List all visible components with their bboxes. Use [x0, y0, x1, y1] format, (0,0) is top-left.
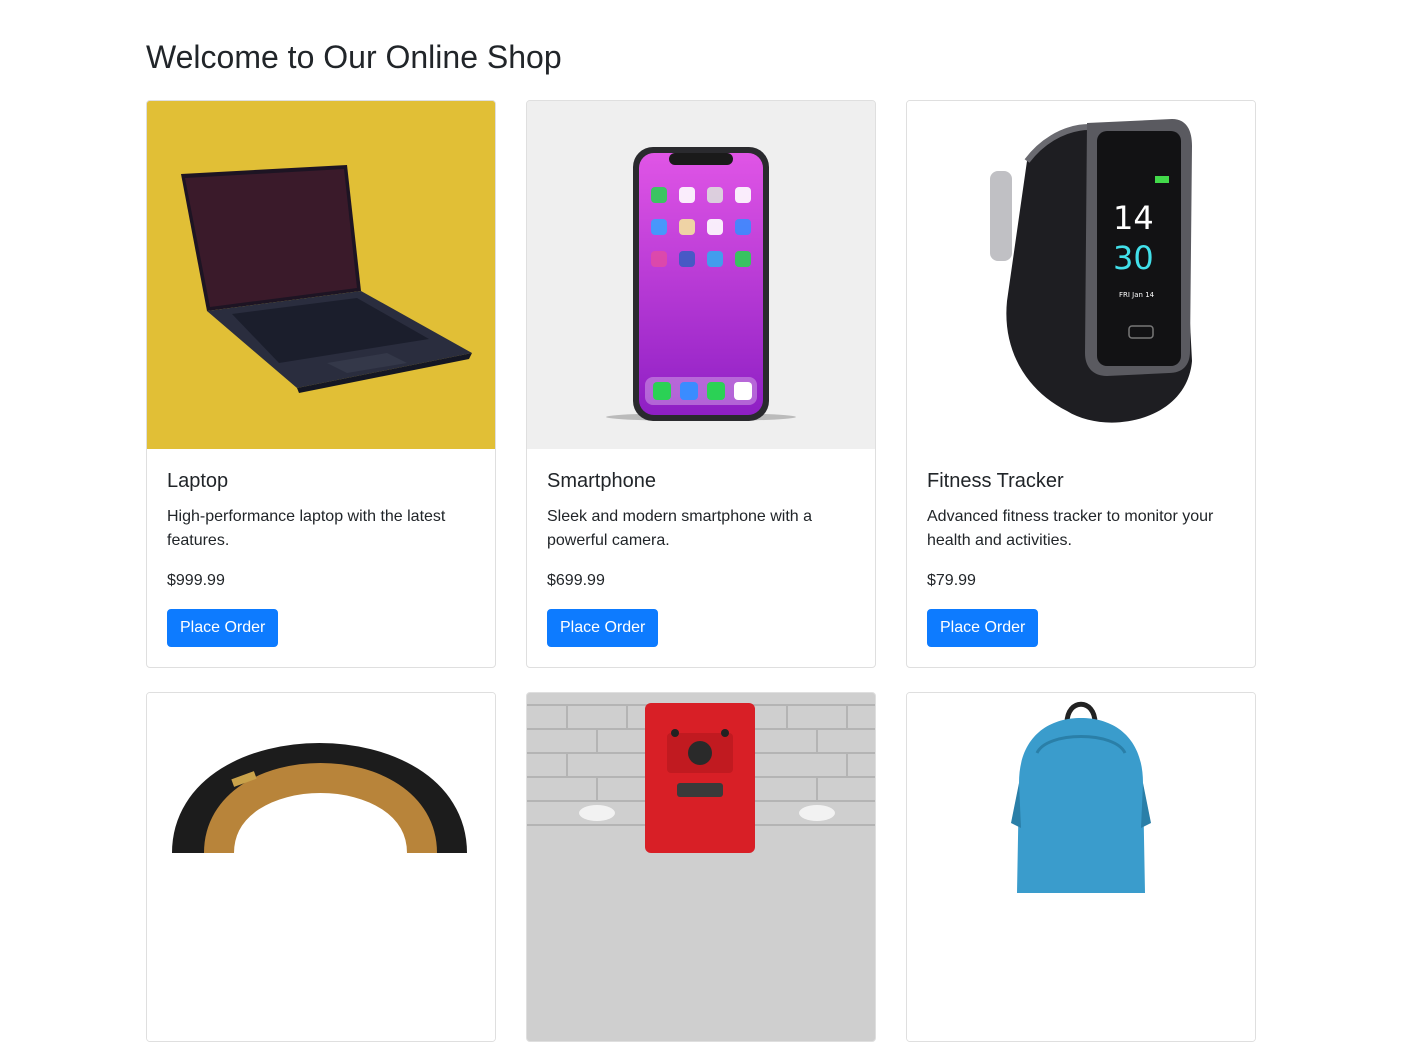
smartphone-image: [527, 101, 875, 449]
product-card-laptop: Laptop High-performance laptop with the …: [146, 100, 496, 668]
backpack-image: [907, 693, 1255, 1041]
place-order-button[interactable]: Place Order: [927, 609, 1039, 647]
watch-minute: 30: [1113, 239, 1154, 277]
product-description: High-performance laptop with the latest …: [167, 508, 446, 549]
place-order-button[interactable]: Place Order: [547, 609, 659, 647]
product-card-backpack: [906, 692, 1256, 1042]
place-order-button[interactable]: Place Order: [167, 609, 279, 647]
product-name: Smartphone: [547, 470, 656, 492]
product-description: Advanced fitness tracker to monitor your…: [927, 508, 1214, 549]
fitness-tracker-image: 14 30 FRI Jan 14: [907, 101, 1255, 449]
product-card-smartphone: Smartphone Sleek and modern smartphone w…: [526, 100, 876, 668]
product-price: $999.99: [167, 572, 225, 589]
watch-hour: 14: [1113, 199, 1154, 237]
laptop-image: [147, 101, 495, 449]
product-name: Fitness Tracker: [927, 470, 1064, 492]
product-description: Sleek and modern smartphone with a power…: [547, 508, 813, 549]
product-name: Laptop: [167, 470, 229, 492]
product-card-headphones: [146, 692, 496, 1042]
product-card-coffee-machine: [526, 692, 876, 1042]
product-price: $79.99: [927, 572, 976, 589]
coffee-machine-image: [527, 693, 875, 1041]
page-title: Welcome to Our Online Shop: [146, 39, 562, 75]
headphones-image: [147, 693, 495, 1041]
watch-date: FRI Jan 14: [1119, 291, 1155, 299]
product-price: $699.99: [547, 572, 605, 589]
product-card-fitness-tracker: 14 30 FRI Jan 14 Fitness Tracker Advance…: [906, 100, 1256, 668]
